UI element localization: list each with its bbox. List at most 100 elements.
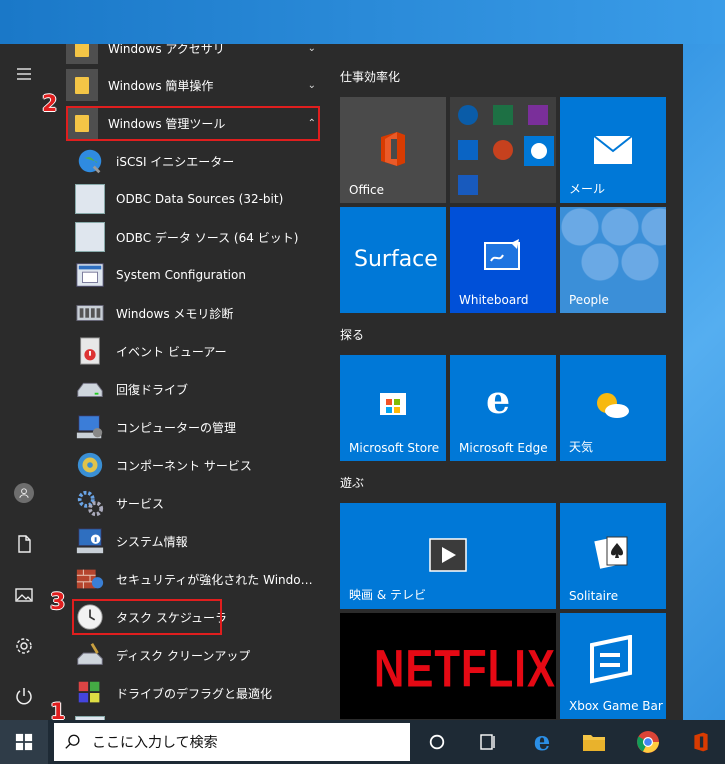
hamburger-button[interactable] xyxy=(0,54,48,94)
file-explorer-icon xyxy=(583,735,605,751)
pictures-icon xyxy=(15,588,33,602)
film-icon xyxy=(429,538,467,572)
app-item-component-services[interactable]: コンポーネント サービス xyxy=(48,446,326,484)
app-item-recovery-drive[interactable]: 回復ドライブ xyxy=(48,370,326,408)
tile-label: 天気 xyxy=(569,440,594,454)
tile-label: Microsoft Edge xyxy=(459,441,548,455)
odbc-icon xyxy=(74,183,106,215)
app-label: コンピューターの管理 xyxy=(116,420,237,435)
documents-button[interactable] xyxy=(0,524,48,564)
settings-button[interactable] xyxy=(0,626,48,666)
taskbar-explorer-button[interactable] xyxy=(570,720,618,764)
store-icon xyxy=(380,393,406,415)
start-button[interactable] xyxy=(0,720,48,764)
tile-xbox-game-bar[interactable]: Xbox Game Bar xyxy=(560,613,666,719)
app-label: ODBC データ ソース (64 ビット) xyxy=(116,230,299,245)
excel-icon xyxy=(493,105,513,125)
app-item-defragment[interactable]: ドライブのデフラグと最適化 xyxy=(48,674,326,712)
word-icon xyxy=(458,175,478,195)
app-label: 回復ドライブ xyxy=(116,382,189,397)
folder-icon xyxy=(66,69,98,101)
tile-people[interactable]: People xyxy=(560,207,666,313)
gear-icon xyxy=(16,638,32,654)
avatar xyxy=(14,483,34,503)
tile-office-apps-folder[interactable] xyxy=(450,97,556,203)
app-folder-windows-accessories[interactable]: Windows アクセサリ ⌄ xyxy=(48,44,326,67)
search-icon xyxy=(65,734,80,749)
app-item-services[interactable]: サービス xyxy=(48,484,326,522)
app-item-memory-diagnostic[interactable]: Windows メモリ診断 xyxy=(48,294,326,332)
search-input[interactable]: ここに入力して検索 xyxy=(92,732,218,752)
app-item-windows-defender-firewall[interactable]: セキュリティが強化された Windows De... xyxy=(48,560,326,598)
skype-icon xyxy=(524,136,554,166)
app-item-odbc-64[interactable]: ODBC データ ソース (64 ビット) xyxy=(48,218,326,256)
task-view-button[interactable] xyxy=(464,720,512,764)
tile-label: Surface xyxy=(354,247,438,272)
tile-microsoft-store[interactable]: Microsoft Store xyxy=(340,355,446,461)
app-label: システム情報 xyxy=(116,534,188,549)
edge-icon: e xyxy=(486,377,511,422)
mail-icon xyxy=(593,135,633,164)
taskbar-office-button[interactable] xyxy=(677,720,725,764)
cortana-icon xyxy=(429,734,445,750)
system-info-icon xyxy=(74,525,106,557)
highlight-task-scheduler xyxy=(72,599,222,635)
app-label: System Configuration xyxy=(116,268,246,282)
desktop-background xyxy=(0,0,725,44)
app-folder-windows-ease-of-access[interactable]: Windows 簡単操作 ⌄ xyxy=(48,66,326,104)
tile-group-label: 探る xyxy=(340,328,365,342)
event-viewer-icon xyxy=(74,335,106,367)
app-label: セキュリティが強化された Windows De... xyxy=(116,572,322,587)
power-icon xyxy=(16,688,32,705)
weather-icon xyxy=(597,393,629,418)
app-label: ODBC Data Sources (32-bit) xyxy=(116,192,284,206)
highlight-admin-tools xyxy=(66,106,320,141)
app-item-partial xyxy=(48,712,326,720)
drive-icon xyxy=(74,373,106,405)
hamburger-icon xyxy=(17,68,31,80)
chevron-down-icon: ⌄ xyxy=(307,44,316,54)
cortana-button[interactable] xyxy=(413,720,461,764)
sysconfig-icon xyxy=(74,259,106,291)
tile-area: 仕事効率化 Office メール Surface Whiteboard Peop… xyxy=(326,44,683,720)
step-number: 2 xyxy=(42,92,58,117)
taskbar-edge-button[interactable]: e xyxy=(518,720,566,764)
firewall-icon xyxy=(74,563,106,595)
app-item-odbc-32[interactable]: ODBC Data Sources (32-bit) xyxy=(48,180,326,218)
app-item-system-information[interactable]: システム情報 xyxy=(48,522,326,560)
app-item-event-viewer[interactable]: イベント ビューアー xyxy=(48,332,326,370)
tile-solitaire[interactable]: Solitaire xyxy=(560,503,666,609)
taskbar-chrome-button[interactable] xyxy=(624,720,672,764)
odbc-icon xyxy=(74,221,106,253)
app-label: ドライブのデフラグと最適化 xyxy=(116,686,273,701)
search-box[interactable]: ここに入力して検索 xyxy=(54,723,410,761)
app-label: Windows 簡単操作 xyxy=(108,78,214,93)
power-button[interactable] xyxy=(0,676,48,716)
pictures-button[interactable] xyxy=(0,575,48,615)
tile-whiteboard[interactable]: Whiteboard xyxy=(450,207,556,313)
tile-weather[interactable]: 天気 xyxy=(560,355,666,461)
tile-mail[interactable]: メール xyxy=(560,97,666,203)
app-label: イベント ビューアー xyxy=(116,344,227,359)
app-label: iSCSI イニシエーター xyxy=(116,154,235,169)
tile-surface[interactable]: Surface xyxy=(340,207,446,313)
tile-label: メール xyxy=(569,182,606,196)
cards-icon xyxy=(594,536,628,569)
account-button[interactable] xyxy=(0,473,48,513)
app-label: Windows メモリ診断 xyxy=(116,306,234,321)
app-item-system-configuration[interactable]: System Configuration xyxy=(48,256,326,294)
onedrive-icon xyxy=(458,105,478,125)
windows-logo-icon xyxy=(15,733,33,751)
powerpoint-icon xyxy=(493,140,513,160)
tile-label: People xyxy=(569,293,609,307)
tile-office[interactable]: Office xyxy=(340,97,446,203)
app-label: Windows アクセサリ xyxy=(108,44,225,56)
app-item-iscsi[interactable]: iSCSI イニシエーター xyxy=(48,142,326,180)
disk-cleanup-icon xyxy=(74,639,106,671)
app-item-disk-cleanup[interactable]: ディスク クリーンアップ xyxy=(48,636,326,674)
app-item-computer-management[interactable]: コンピューターの管理 xyxy=(48,408,326,446)
tile-microsoft-edge[interactable]: e Microsoft Edge xyxy=(450,355,556,461)
tile-movies-tv[interactable]: 映画 & テレビ xyxy=(340,503,556,609)
app-label: コンポーネント サービス xyxy=(116,458,252,473)
tile-netflix[interactable]: NETFLIX xyxy=(340,613,556,719)
